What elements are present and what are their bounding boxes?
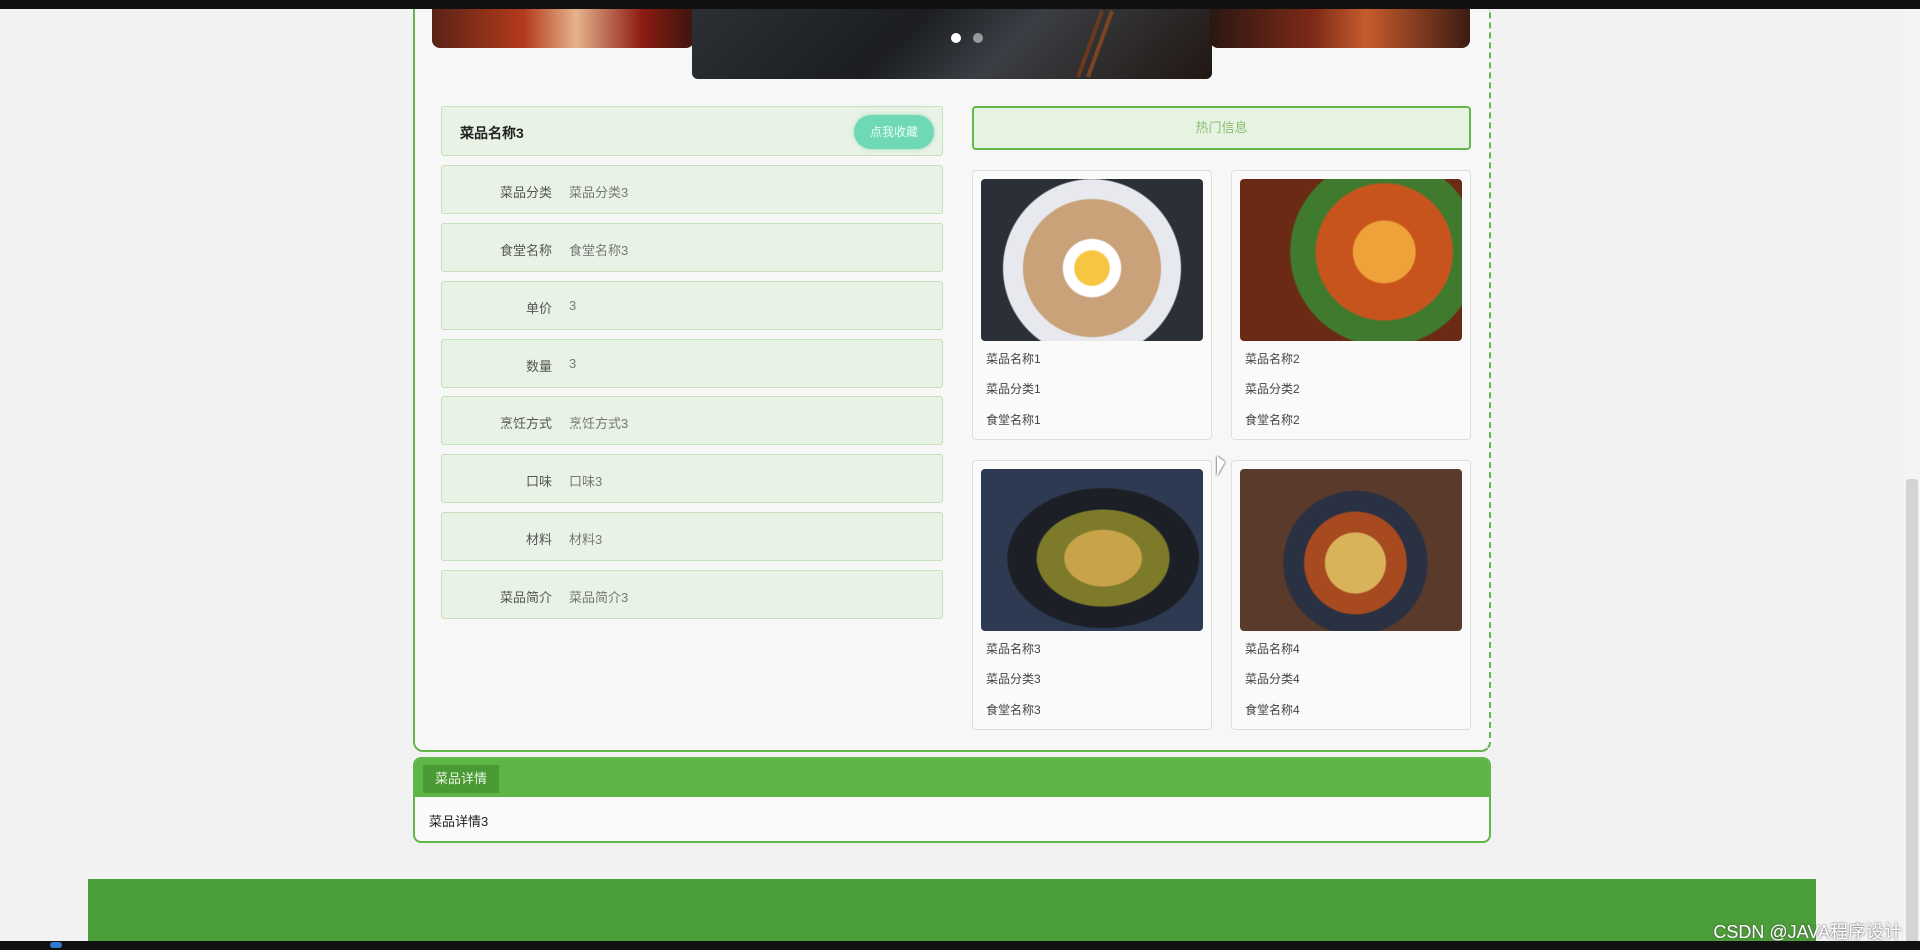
favorite-button[interactable]: 点我收藏 xyxy=(854,115,934,149)
field-row-quantity: 数量 3 xyxy=(441,339,943,388)
field-label: 单价 xyxy=(525,301,552,316)
tab-dish-detail[interactable]: 菜品详情 xyxy=(423,765,499,793)
mouse-cursor-icon xyxy=(1217,456,1225,476)
banner-dot-2[interactable] xyxy=(973,33,983,43)
field-value: 食堂名称3 xyxy=(569,243,629,258)
banner-pagination xyxy=(951,30,995,48)
field-label: 菜品简介 xyxy=(499,590,552,605)
hot-dish-canteen: 食堂名称4 xyxy=(1245,703,1300,717)
field-value: 3 xyxy=(569,298,577,313)
field-label: 材料 xyxy=(525,532,552,547)
scrollbar[interactable] xyxy=(1904,9,1920,949)
dish-photo[interactable] xyxy=(981,179,1203,341)
hot-dish-name: 菜品名称3 xyxy=(986,642,1041,656)
field-value: 口味3 xyxy=(569,474,603,489)
field-label: 数量 xyxy=(525,359,552,374)
field-row-canteen: 食堂名称 食堂名称3 xyxy=(441,223,943,272)
detail-content: 菜品详情3 xyxy=(429,814,489,829)
dish-detail-section: 菜品详情 菜品详情3 xyxy=(413,757,1491,843)
hot-dish-category: 菜品分类1 xyxy=(986,382,1041,396)
field-label: 食堂名称 xyxy=(499,243,552,258)
hot-dish-canteen: 食堂名称1 xyxy=(986,413,1041,427)
field-row-cooking-method: 烹饪方式 烹饪方式3 xyxy=(441,396,943,445)
hot-dish-canteen: 食堂名称2 xyxy=(1245,413,1300,427)
field-row-price: 单价 3 xyxy=(441,281,943,330)
dish-photo[interactable] xyxy=(981,469,1203,631)
field-row-taste: 口味 口味3 xyxy=(441,454,943,503)
browser-top-bar xyxy=(0,0,1920,9)
field-label: 烹饪方式 xyxy=(499,416,552,431)
banner-image-right xyxy=(1210,9,1470,48)
taskbar xyxy=(0,941,1920,950)
hot-dish-name: 菜品名称2 xyxy=(1245,352,1300,366)
detail-tab-bar: 菜品详情 xyxy=(415,759,1489,797)
banner-image-left xyxy=(432,9,694,48)
footer xyxy=(88,879,1816,941)
scrollbar-thumb[interactable] xyxy=(1906,479,1918,949)
field-label: 菜品分类 xyxy=(499,185,552,200)
progress-indicator xyxy=(50,942,62,948)
hot-dish-card[interactable]: 菜品名称2 菜品分类2 食堂名称2 xyxy=(1231,170,1471,440)
dish-photo[interactable] xyxy=(1240,469,1462,631)
hot-dish-category: 菜品分类3 xyxy=(986,672,1041,686)
hot-info-header: 热门信息 xyxy=(972,106,1471,150)
hot-dish-card[interactable]: 菜品名称4 菜品分类4 食堂名称4 xyxy=(1231,460,1471,730)
field-value: 菜品简介3 xyxy=(569,590,629,605)
field-value: 3 xyxy=(569,356,577,371)
hot-dish-canteen: 食堂名称3 xyxy=(986,703,1041,717)
field-value: 菜品分类3 xyxy=(569,185,629,200)
hot-dish-name: 菜品名称1 xyxy=(986,352,1041,366)
field-value: 烹饪方式3 xyxy=(569,416,629,431)
field-row-ingredients: 材料 材料3 xyxy=(441,512,943,561)
banner-dot-1[interactable] xyxy=(951,33,961,43)
field-value: 材料3 xyxy=(569,532,603,547)
hot-dish-card[interactable]: 菜品名称3 菜品分类3 食堂名称3 xyxy=(972,460,1212,730)
field-row-category: 菜品分类 菜品分类3 xyxy=(441,165,943,214)
dish-photo[interactable] xyxy=(1240,179,1462,341)
field-row-intro: 菜品简介 菜品简介3 xyxy=(441,570,943,619)
hot-dish-category: 菜品分类4 xyxy=(1245,672,1300,686)
hot-dish-card[interactable]: 菜品名称1 菜品分类1 食堂名称1 xyxy=(972,170,1212,440)
hot-dish-category: 菜品分类2 xyxy=(1245,382,1300,396)
dish-name: 菜品名称3 xyxy=(460,125,524,141)
field-label: 口味 xyxy=(525,474,552,489)
dish-title-row: 菜品名称3 点我收藏 xyxy=(441,106,943,156)
hot-dish-name: 菜品名称4 xyxy=(1245,642,1300,656)
